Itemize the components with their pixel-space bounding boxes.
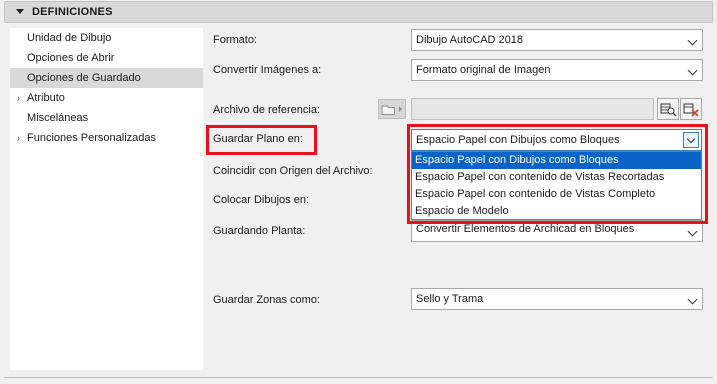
sidebar-item-label: Funciones Personalizadas [27,132,157,144]
colocar-dibujos-label: Colocar Dibujos en: [213,194,309,206]
chevron-down-icon [687,294,698,305]
sidebar-item-label: Misceláneas [27,112,89,124]
sidebar-item-opciones-de-guardado[interactable]: Opciones de Guardado [10,68,203,88]
chevron-down-icon [687,65,698,76]
guardar-plano-label: Guardar Plano en: [213,133,303,145]
formato-value: Dibujo AutoCAD 2018 [416,34,524,46]
clear-button[interactable] [680,98,702,120]
clear-x-icon [683,103,699,117]
expand-arrow-icon[interactable]: › [17,88,20,108]
folder-browse-button[interactable] [378,99,406,119]
chevron-down-icon [687,35,698,46]
sidebar-tree: Unidad de Dibujo Opciones de Abrir Opcio… [10,28,203,370]
sidebar-item-funciones-personalizadas[interactable]: › Funciones Personalizadas [10,128,203,148]
dropdown-highlight [407,124,708,224]
guardando-planta-label: Guardando Planta: [213,225,306,237]
sidebar-item-label: Opciones de Guardado [27,72,141,84]
chevron-down-icon [687,226,698,237]
expand-arrow-icon[interactable]: › [17,128,20,148]
guardar-zonas-label: Guardar Zonas como: [213,294,320,306]
collapse-triangle-icon[interactable] [16,9,24,14]
formato-label: Formato: [213,34,258,46]
coincidir-origen-label: Coincidir con Origen del Archivo: [213,165,373,177]
definiciones-panel-header[interactable]: DEFINICIONES [4,1,713,23]
guardar-zonas-select[interactable]: Sello y Trama [411,288,703,310]
table-search-button[interactable] [657,98,679,120]
convertir-imagenes-label: Convertir Imágenes a: [213,64,322,76]
archivo-referencia-label: Archivo de referencia: [213,104,320,116]
sidebar-item-label: Atributo [27,92,65,104]
bottom-divider [4,377,713,378]
archivo-referencia-field [411,98,654,120]
sidebar-item-label: Unidad de Dibujo [27,32,112,44]
panel-title: DEFINICIONES [32,6,113,18]
sidebar-item-miscelaneas[interactable]: Misceláneas [10,108,203,128]
formato-select[interactable]: Dibujo AutoCAD 2018 [411,29,703,51]
table-search-icon [660,103,677,117]
folder-browse-icon [378,99,406,119]
sidebar-item-label: Opciones de Abrir [27,52,115,64]
sidebar-item-unidad-de-dibujo[interactable]: Unidad de Dibujo [10,28,203,48]
convertir-imagenes-value: Formato original de Imagen [416,64,551,76]
guardar-zonas-value: Sello y Trama [416,293,484,305]
sidebar-item-opciones-de-abrir[interactable]: Opciones de Abrir [10,48,203,68]
sidebar-item-atributo[interactable]: › Atributo [10,88,203,108]
convertir-imagenes-select[interactable]: Formato original de Imagen [411,59,703,81]
guardando-planta-value: Convertir Elementos de Archicad en Bloqu… [416,223,635,235]
